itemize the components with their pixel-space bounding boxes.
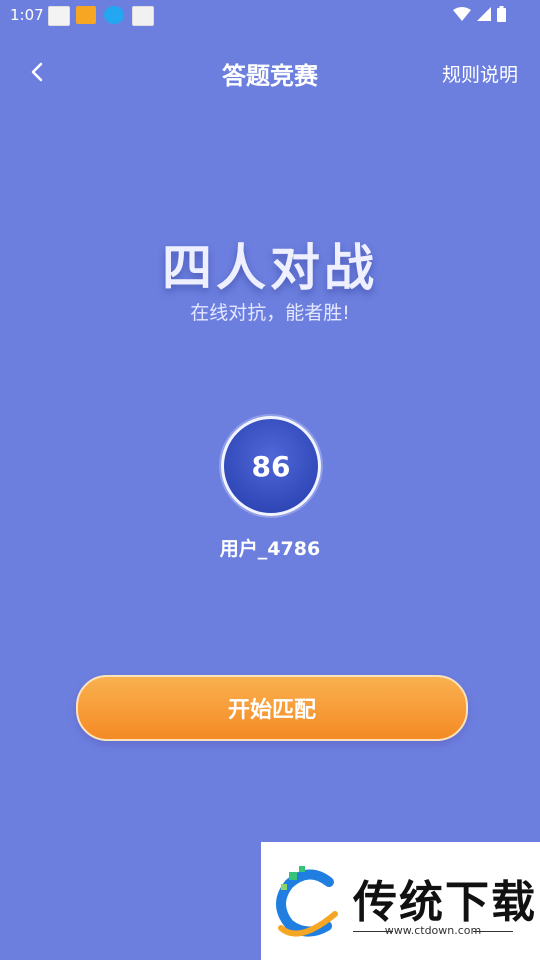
status-time: 1:07 <box>10 6 44 24</box>
status-bar: 1:07 <box>0 0 540 32</box>
download-icon <box>104 6 124 24</box>
battery-icon <box>497 6 506 22</box>
user-name: 用户_4786 <box>219 538 321 560</box>
rules-link[interactable]: 规则说明 <box>442 60 518 87</box>
start-match-label: 开始匹配 <box>227 698 316 723</box>
signal-icon <box>477 7 491 21</box>
notification-app-icon-3 <box>132 6 154 26</box>
wifi-icon <box>453 7 471 21</box>
watermark-overlay: 传统下载 www.ctdown.com <box>261 842 540 960</box>
notification-app-icon-1 <box>48 6 70 26</box>
user-avatar-score: 86 <box>221 416 321 516</box>
watermark-brand: 传统下载 <box>353 877 537 928</box>
start-match-button[interactable]: 开始匹配 <box>76 675 468 741</box>
notification-app-icon-2 <box>76 6 96 24</box>
mode-title: 四人对战 <box>162 239 378 297</box>
status-icons <box>453 6 506 22</box>
top-bar: 答题竞赛 规则说明 <box>0 48 540 96</box>
ctdown-logo-icon <box>276 866 338 937</box>
mode-subtitle: 在线对抗，能者胜! <box>190 302 350 324</box>
user-score: 86 <box>251 449 291 483</box>
watermark-divider-right <box>473 931 513 932</box>
